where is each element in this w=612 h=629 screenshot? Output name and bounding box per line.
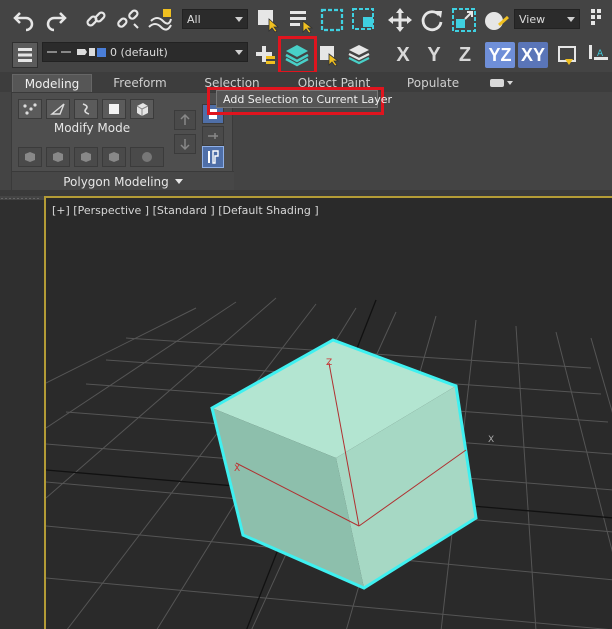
cube-cursor-icon <box>53 152 63 162</box>
arrow-down-icon <box>180 139 190 151</box>
show-end-result-button[interactable] <box>202 146 224 168</box>
border-icon <box>82 103 90 115</box>
layer-dropdown[interactable]: 0 (default) <box>42 42 248 62</box>
svg-text:A: A <box>597 49 604 59</box>
cube[interactable] <box>210 338 478 590</box>
end-result-icon <box>208 150 219 164</box>
shade-selected-icon[interactable] <box>554 42 580 68</box>
preview-button-2[interactable] <box>46 147 70 167</box>
gizmo-z-label: Z <box>326 358 332 368</box>
pin-icon <box>208 133 218 139</box>
arrow-up-icon <box>180 113 190 125</box>
edge-mode-button[interactable] <box>46 99 70 119</box>
tab-freeform[interactable]: Freeform <box>104 74 176 92</box>
viewport-scene: X Z X <box>46 297 612 629</box>
minimize-ribbon-icon <box>489 79 504 87</box>
link-icon[interactable] <box>82 6 110 34</box>
move-icon[interactable] <box>386 6 414 34</box>
tooltip: Add Selection to Current Layer <box>216 90 392 108</box>
preview-button-5[interactable] <box>130 147 164 167</box>
chevron-down-icon <box>235 50 243 55</box>
rotate-icon[interactable] <box>418 6 446 34</box>
redo-icon[interactable] <box>42 6 70 34</box>
coord-system-value: View <box>519 12 546 26</box>
gizmo-x-label: X <box>234 464 240 474</box>
axis-yz-button[interactable]: YZ <box>485 42 515 68</box>
element-icon <box>136 103 149 116</box>
create-new-layer-icon[interactable] <box>252 42 278 68</box>
pin-stack-button[interactable] <box>202 126 224 146</box>
layer-visibility-icon <box>47 48 95 56</box>
undo-icon[interactable] <box>10 6 38 34</box>
move-up-button[interactable] <box>174 110 196 130</box>
polygon-modeling-dropdown[interactable]: Polygon Modeling <box>12 171 234 191</box>
vertex-icon <box>23 103 37 115</box>
window-crossing-icon[interactable] <box>350 6 378 34</box>
polygon-mode-button[interactable] <box>102 99 126 119</box>
reference-coordinate-dropdown[interactable]: View <box>514 9 580 29</box>
axis-y-button[interactable]: Y <box>421 42 447 68</box>
layer-toolbar: 0 (default) X Y Z YZ XY A <box>0 36 612 74</box>
select-objects-in-layer-icon[interactable] <box>316 42 342 68</box>
selection-filter-value: All <box>187 12 201 26</box>
chevron-down-icon <box>235 17 243 22</box>
left-command-strip <box>0 200 44 629</box>
layer-color-swatch <box>97 47 106 57</box>
move-down-button[interactable] <box>174 134 196 154</box>
use-pivot-center-icon[interactable] <box>586 6 612 34</box>
scale-icon[interactable] <box>450 6 478 34</box>
perspective-viewport[interactable]: [+] [Perspective ] [Standard ] [Default … <box>44 196 612 629</box>
selection-filter-dropdown[interactable]: All <box>182 9 248 29</box>
chevron-down-icon <box>506 81 513 85</box>
main-toolbar: All View <box>0 0 612 40</box>
layer-name: 0 (default) <box>110 45 168 59</box>
highlight-box <box>278 36 317 74</box>
named-selection-icon[interactable]: A <box>584 42 612 68</box>
chevron-down-icon <box>567 17 575 22</box>
modify-mode-label: Modify Mode <box>53 121 131 135</box>
cube-cursor-icon <box>25 152 35 162</box>
axis-z-button[interactable]: Z <box>452 42 478 68</box>
placement-icon[interactable] <box>482 6 510 34</box>
vertex-mode-button[interactable] <box>18 99 42 119</box>
preview-button-3[interactable] <box>74 147 98 167</box>
element-mode-button[interactable] <box>130 99 154 119</box>
select-by-name-icon[interactable] <box>286 6 314 34</box>
grid-x-label: X <box>488 435 494 445</box>
preview-button-1[interactable] <box>18 147 42 167</box>
ribbon-options-button[interactable] <box>486 74 516 92</box>
rectangular-selection-icon[interactable] <box>318 6 346 34</box>
axis-x-button[interactable]: X <box>390 42 416 68</box>
tab-populate[interactable]: Populate <box>400 74 466 92</box>
preview-button-4[interactable] <box>102 147 126 167</box>
unlink-icon[interactable] <box>114 6 142 34</box>
cube-cursor-icon <box>81 152 91 162</box>
polygon-modeling-label: Polygon Modeling <box>63 174 169 189</box>
cube-cursor-icon <box>109 152 119 162</box>
bind-to-space-warp-icon[interactable] <box>146 6 174 34</box>
circle-icon <box>142 152 152 162</box>
set-current-layer-icon[interactable] <box>346 42 372 68</box>
layer-explorer-icon[interactable] <box>12 42 38 68</box>
edge-icon <box>50 103 65 115</box>
axis-xy-button[interactable]: XY <box>518 42 548 68</box>
select-object-icon[interactable] <box>254 6 282 34</box>
tab-modeling[interactable]: Modeling <box>12 74 92 92</box>
border-mode-button[interactable] <box>74 99 98 119</box>
polygon-icon <box>109 104 119 114</box>
chevron-down-icon <box>174 179 183 184</box>
